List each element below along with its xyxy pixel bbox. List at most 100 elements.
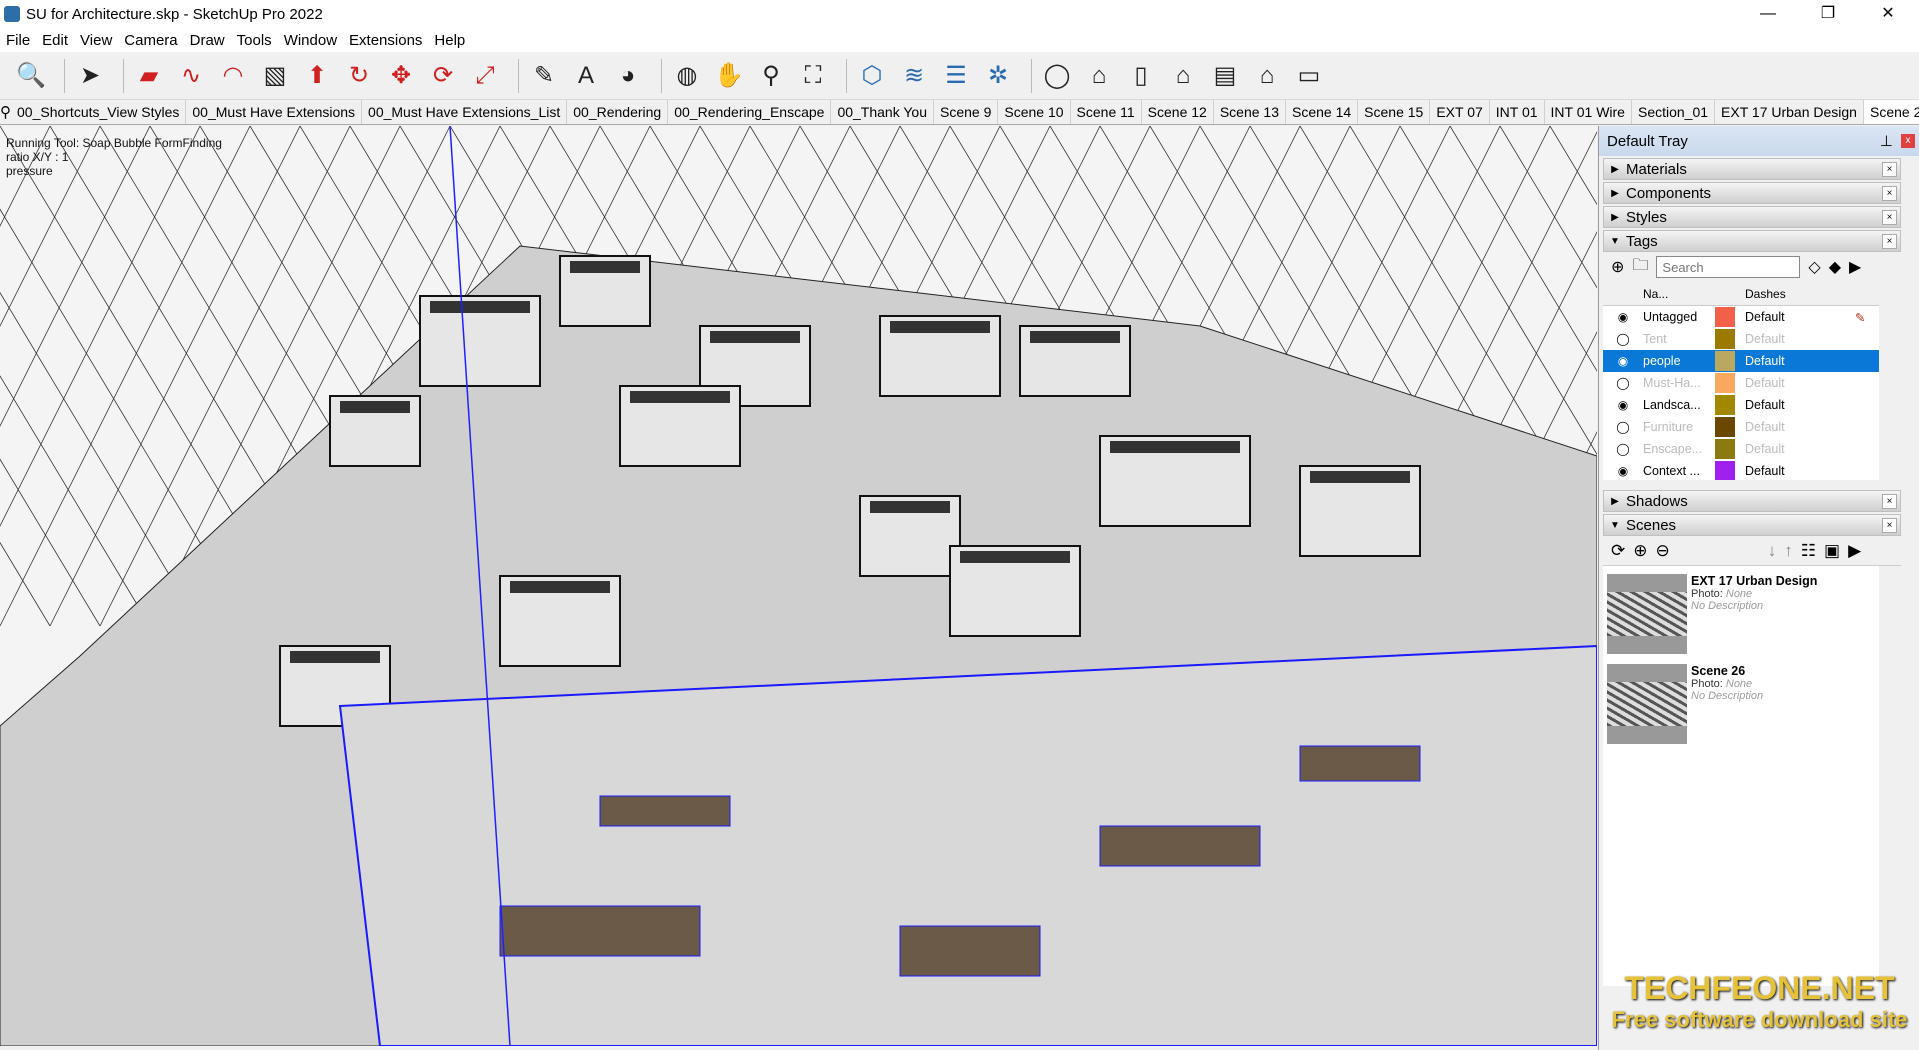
scale-icon[interactable]: ⤢ (468, 59, 502, 93)
tag-row[interactable]: ◉ Landsca... Default (1603, 394, 1879, 416)
zoom-icon[interactable]: ⚲ (754, 59, 788, 93)
move-icon[interactable]: ✥ (384, 59, 418, 93)
home-icon[interactable]: ⌂ (1166, 59, 1200, 93)
scene-tab[interactable]: Scene 11 (1071, 100, 1142, 124)
close-panel-button[interactable]: × (1882, 210, 1897, 225)
close-panel-button[interactable]: × (1882, 494, 1897, 509)
tag-dashes[interactable]: Default (1745, 464, 1855, 478)
tag-color-swatch[interactable] (1715, 351, 1735, 371)
menu-draw[interactable]: Draw (190, 32, 225, 49)
tag-color-swatch[interactable] (1715, 439, 1735, 459)
scene-tab[interactable]: EXT 17 Urban Design (1715, 100, 1864, 124)
menu-tools[interactable]: Tools (237, 32, 272, 49)
scene-item[interactable]: EXT 17 Urban Design Photo: None No Descrip… (1603, 574, 1879, 664)
add-tag-icon[interactable]: ⊕ (1611, 257, 1624, 277)
add-scene-icon[interactable]: ⊕ (1633, 541, 1647, 561)
rectangle-icon[interactable]: ▧ (258, 59, 292, 93)
scene-tab[interactable]: INT 01 Wire (1545, 100, 1632, 124)
text-icon[interactable]: A (569, 59, 603, 93)
tag-row[interactable]: ◉ Untagged Default ✎ (1603, 306, 1879, 328)
panel-shadows[interactable]: ▶ Shadows × (1603, 490, 1901, 512)
move-up-icon[interactable]: ↑ (1784, 541, 1793, 561)
follow-me-icon[interactable]: ↻ (342, 59, 376, 93)
tag-dashes[interactable]: Default (1745, 310, 1855, 324)
menu-camera[interactable]: Camera (124, 32, 177, 49)
panel-styles[interactable]: ▶ Styles × (1603, 206, 1901, 228)
scene-tab[interactable]: 00_Shortcuts_View Styles (11, 100, 187, 124)
scene-tab[interactable]: Scene 9 (934, 100, 999, 124)
menu-extensions[interactable]: Extensions (349, 32, 422, 49)
tag-color-swatch[interactable] (1715, 395, 1735, 415)
view-options-icon[interactable]: ☷ (1801, 541, 1816, 561)
arc-icon[interactable]: ◠ (216, 59, 250, 93)
scene-tab[interactable]: 00_Thank You (831, 100, 934, 124)
tag-color-swatch[interactable] (1715, 461, 1735, 480)
tag-color-swatch[interactable] (1715, 373, 1735, 393)
eraser-icon[interactable]: ▰ (132, 59, 166, 93)
front-view-icon[interactable]: ▯ (1124, 59, 1158, 93)
tag-dashes[interactable]: Default (1745, 442, 1855, 456)
close-panel-button[interactable]: × (1882, 234, 1897, 249)
scene-tab[interactable]: Scene 12 (1142, 100, 1214, 124)
scene-tab[interactable]: Section_01 (1632, 100, 1716, 124)
tag-row[interactable]: ◉ people Default (1603, 350, 1879, 372)
tag-dashes[interactable]: Default (1745, 376, 1855, 390)
scene-tab[interactable]: EXT 07 (1430, 100, 1490, 124)
move-down-icon[interactable]: ↓ (1768, 541, 1777, 561)
rotate-icon[interactable]: ⟳ (426, 59, 460, 93)
iso-view-icon[interactable]: ⌂ (1082, 59, 1116, 93)
model-viewport[interactable]: Running Tool: Soap Bubble FormFinding ra… (0, 126, 1597, 1046)
menu-edit[interactable]: Edit (42, 32, 68, 49)
details-menu-icon[interactable]: ▶ (1849, 257, 1861, 277)
menu-file[interactable]: File (6, 32, 30, 49)
layers-icon[interactable]: ☰ (939, 59, 973, 93)
eye-icon[interactable]: ◉ (1603, 464, 1643, 478)
search-scenes-icon[interactable]: ⚲ (0, 103, 11, 121)
panel-tags[interactable]: ▼ Tags × (1603, 230, 1901, 252)
menu-help[interactable]: Help (434, 32, 465, 49)
tag-row[interactable]: ◯ Furniture Default (1603, 416, 1879, 438)
scene-tab[interactable]: 00_Must Have Extensions (186, 100, 363, 124)
eye-hidden-icon[interactable]: ◯ (1603, 442, 1643, 456)
add-folder-icon[interactable]: 🗀 (1632, 254, 1648, 281)
eye-hidden-icon[interactable]: ◯ (1603, 376, 1643, 390)
color-by-tag-icon[interactable]: ◆ (1829, 257, 1841, 277)
zoom-window-icon[interactable]: ⛶ (796, 59, 830, 93)
scene-tab[interactable]: Scene 10 (998, 100, 1071, 124)
tag-color-swatch[interactable] (1715, 307, 1735, 327)
close-panel-button[interactable]: × (1882, 162, 1897, 177)
scene-tab[interactable]: 00_Must Have Extensions_List (362, 100, 568, 124)
details-menu-icon[interactable]: ▶ (1848, 541, 1861, 561)
house-icon[interactable]: ⌂ (1250, 59, 1284, 93)
eye-hidden-icon[interactable]: ◯ (1603, 332, 1643, 346)
tray-close-button[interactable]: x (1901, 134, 1915, 148)
panel-scenes[interactable]: ▼ Scenes × (1603, 514, 1901, 536)
close-panel-button[interactable]: × (1882, 186, 1897, 201)
eye-hidden-icon[interactable]: ◯ (1603, 420, 1643, 434)
update-scene-icon[interactable]: ⟳ (1611, 541, 1625, 561)
scene-item[interactable]: Scene 26 Photo: None No Description (1603, 664, 1879, 754)
scene-tab[interactable]: Scene 26 (1863, 100, 1919, 124)
model-canvas[interactable] (0, 126, 1597, 1046)
menu-window[interactable]: Window (284, 32, 337, 49)
tape-measure-icon[interactable]: ✎ (527, 59, 561, 93)
tag-dashes[interactable]: Default (1745, 354, 1855, 368)
pan-icon[interactable]: ✋ (712, 59, 746, 93)
style-icon[interactable]: ⬡ (855, 59, 889, 93)
minimize-button[interactable]: — (1745, 0, 1791, 28)
select-icon[interactable]: ➤ (73, 59, 107, 93)
column-name[interactable]: Na... (1643, 282, 1715, 305)
tags-search-input[interactable] (1656, 256, 1801, 278)
tag-row[interactable]: ◯ Must-Ha... Default (1603, 372, 1879, 394)
remove-scene-icon[interactable]: ⊖ (1656, 541, 1670, 561)
tag-dashes[interactable]: Default (1745, 398, 1855, 412)
scene-tab[interactable]: Scene 13 (1214, 100, 1286, 124)
pin-icon[interactable]: ⊥ (1880, 132, 1893, 150)
account-icon[interactable]: ◯ (1040, 59, 1074, 93)
scene-tab[interactable]: 00_Rendering (567, 100, 669, 124)
close-panel-button[interactable]: × (1882, 518, 1897, 533)
tag-row[interactable]: ◉ Context ... Default (1603, 460, 1879, 480)
eye-icon[interactable]: ◉ (1603, 398, 1643, 412)
column-dashes[interactable]: Dashes (1745, 282, 1786, 305)
xray-icon[interactable]: ✲ (981, 59, 1015, 93)
